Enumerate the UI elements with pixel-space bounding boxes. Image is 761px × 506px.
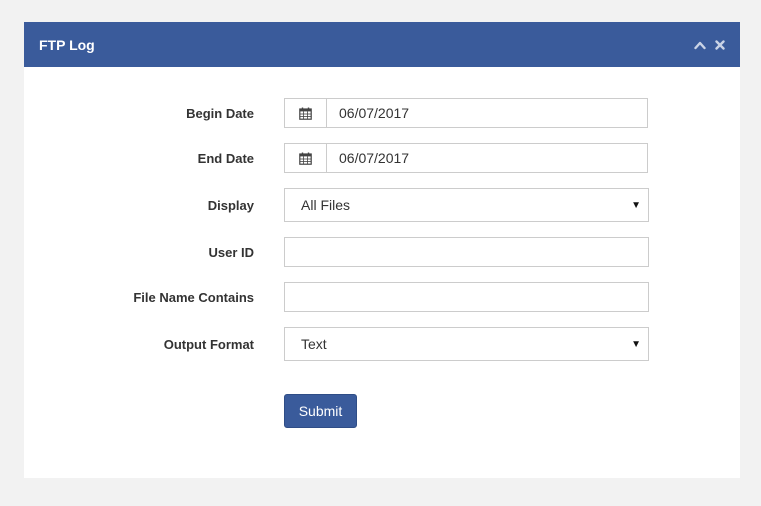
display-row: Display All Files ▼: [24, 188, 740, 222]
end-date-group: [284, 143, 648, 173]
begin-date-row: Begin Date: [24, 98, 740, 128]
end-date-label: End Date: [197, 150, 254, 166]
begin-date-label: Begin Date: [186, 105, 254, 121]
panel-title: FTP Log: [39, 36, 95, 53]
caret-down-icon: ▼: [631, 338, 641, 350]
user-id-row: User ID: [24, 237, 740, 267]
output-format-row: Output Format Text ▼: [24, 327, 740, 361]
begin-date-group: [284, 98, 648, 128]
panel-header: FTP Log: [24, 22, 740, 67]
user-id-input[interactable]: [284, 237, 649, 267]
file-name-input[interactable]: [284, 282, 649, 312]
calendar-icon[interactable]: [285, 144, 327, 172]
end-date-input[interactable]: [327, 144, 647, 172]
chevron-up-icon[interactable]: [694, 39, 706, 51]
file-name-label: File Name Contains: [133, 289, 254, 305]
output-format-label: Output Format: [163, 336, 254, 352]
begin-date-input[interactable]: [327, 99, 647, 127]
submit-button[interactable]: Submit: [284, 394, 357, 428]
user-id-label: User ID: [208, 244, 254, 260]
output-format-select[interactable]: Text ▼: [284, 327, 649, 361]
output-format-selected-value: Text: [301, 336, 327, 352]
display-select[interactable]: All Files ▼: [284, 188, 649, 222]
display-selected-value: All Files: [301, 197, 351, 213]
display-label: Display: [207, 197, 254, 213]
header-icons: [694, 39, 726, 51]
caret-down-icon: ▼: [631, 199, 641, 211]
end-date-row: End Date: [24, 143, 740, 173]
close-icon[interactable]: [714, 39, 726, 51]
ftp-log-panel: FTP Log Begin Date 06/07/2017 End Date 0…: [24, 22, 740, 478]
calendar-icon[interactable]: [285, 99, 327, 127]
file-name-row: File Name Contains: [24, 282, 740, 312]
